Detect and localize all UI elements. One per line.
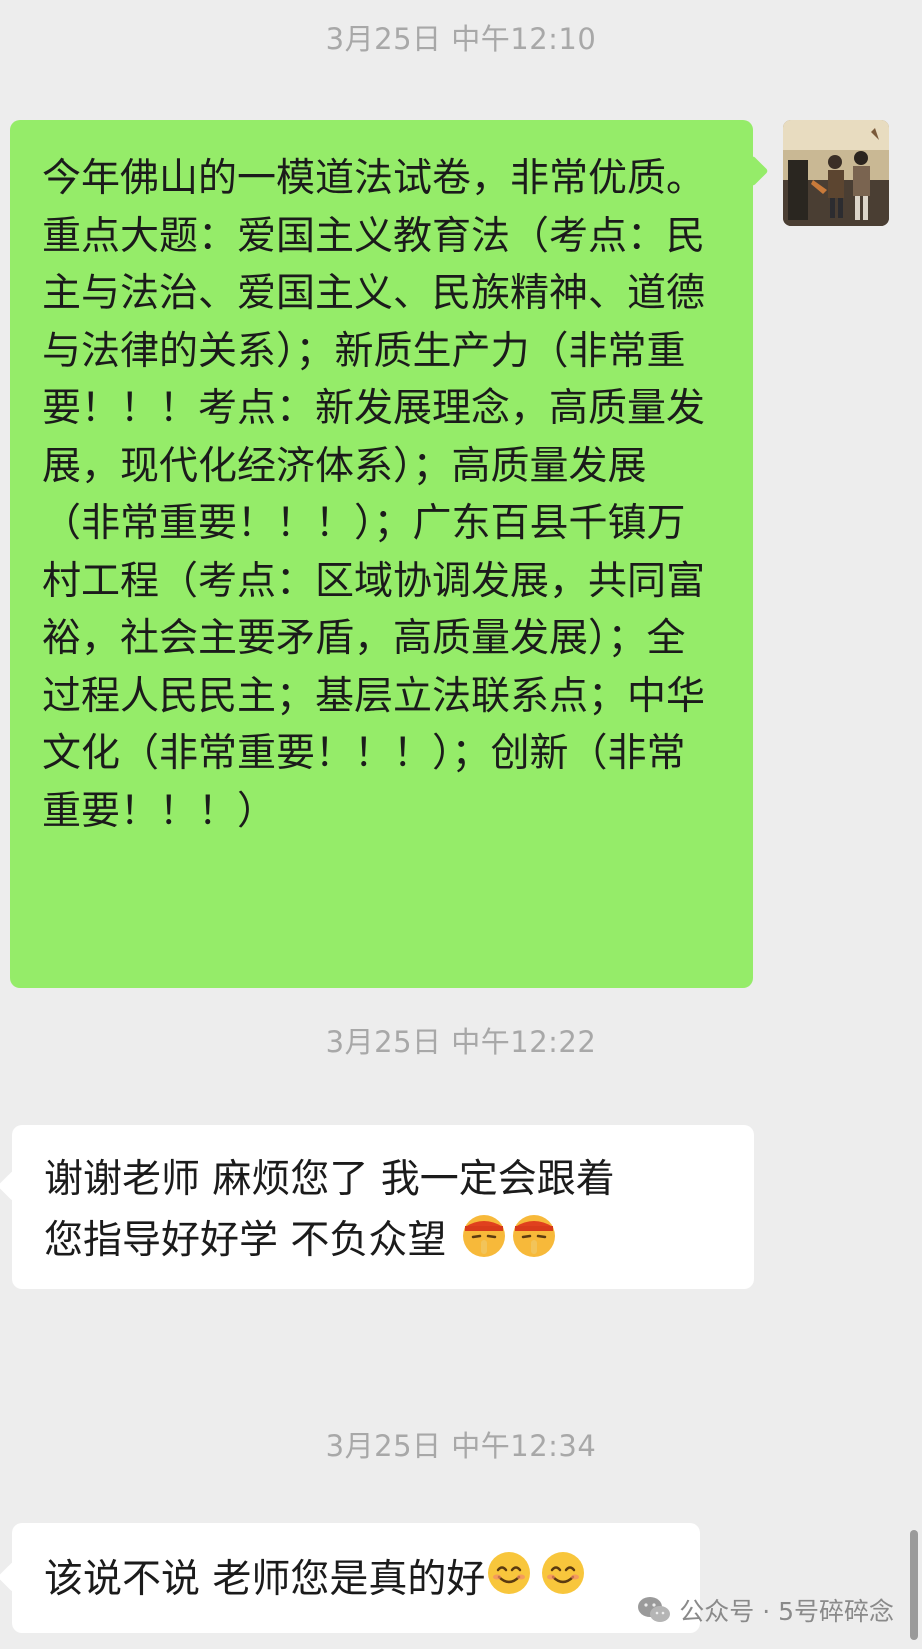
message-text-line: 您指导好好学 不负众望 <box>44 1209 724 1276</box>
smiling-face-emoji <box>539 1549 587 1614</box>
avatar[interactable] <box>783 120 889 226</box>
timestamp: 3月25日 中午12:22 <box>325 1025 597 1059</box>
scrollbar[interactable] <box>910 1530 918 1640</box>
message-bubble-outgoing[interactable]: 今年佛山的一模道法试卷，非常优质。重点大题：爱国主义教育法（考点：民主与法治、爱… <box>10 120 753 988</box>
watermark: 公众号 · 5号碎碎念 <box>637 1592 894 1628</box>
watermark-text: 公众号 · 5号碎碎念 <box>679 1597 894 1626</box>
message-bubble-incoming[interactable]: 该说不说 老师您是真的好 <box>12 1523 700 1633</box>
timestamp: 3月25日 中午12:34 <box>325 1429 597 1463</box>
shush-face-emoji <box>509 1209 559 1276</box>
message-bubble-incoming[interactable]: 谢谢老师 麻烦您了 我一定会跟着 您指导好好学 不负众望 <box>12 1125 754 1289</box>
wechat-icon <box>638 1597 671 1622</box>
message-text: 该说不说 老师您是真的好 <box>44 1556 486 1602</box>
shush-face-emoji <box>459 1209 509 1276</box>
message-text-line: 谢谢老师 麻烦您了 我一定会跟着 <box>44 1157 615 1202</box>
message-text: 今年佛山的一模道法试卷，非常优质。重点大题：爱国主义教育法（考点：民主与法治、爱… <box>42 156 706 834</box>
smiling-face-emoji <box>485 1549 533 1614</box>
avatar-photo <box>783 120 889 226</box>
timestamp: 3月25日 中午12:10 <box>325 22 597 56</box>
